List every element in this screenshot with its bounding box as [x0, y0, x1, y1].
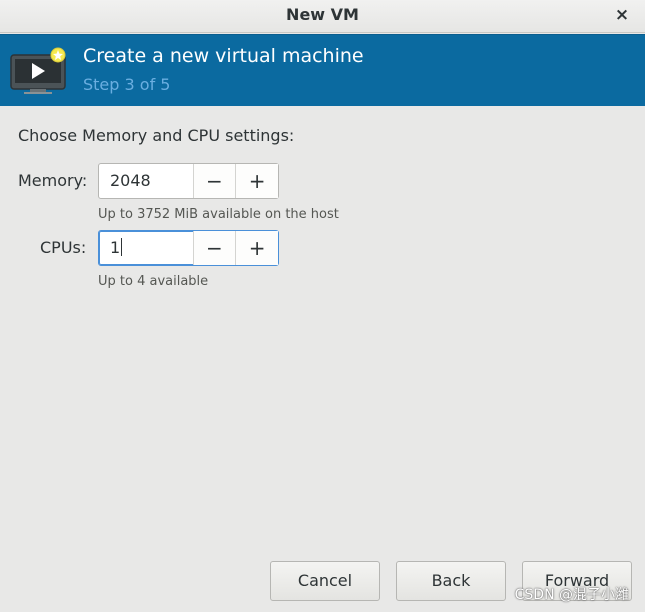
cancel-button[interactable]: Cancel [270, 561, 380, 601]
memory-increment-button[interactable]: + [235, 164, 278, 198]
plus-icon: + [248, 169, 266, 193]
minus-icon: − [205, 169, 223, 193]
memory-input[interactable]: 2048 [99, 164, 193, 198]
window-title: New VM [286, 5, 359, 24]
cpus-decrement-button[interactable]: − [192, 231, 236, 265]
plus-icon: + [248, 236, 266, 260]
section-label: Choose Memory and CPU settings: [18, 126, 295, 145]
cpus-input-value: 1 [110, 238, 121, 257]
wizard-title: Create a new virtual machine [83, 45, 364, 67]
window-titlebar: New VM × [0, 0, 645, 33]
vm-monitor-icon [10, 47, 66, 94]
memory-spinbutton: 2048 − + [98, 163, 279, 199]
wizard-step-indicator: Step 3 of 5 [83, 75, 171, 94]
cpus-hint: Up to 4 available [98, 274, 209, 289]
cpus-label: CPUs: [40, 238, 87, 257]
wizard-header: Create a new virtual machine Step 3 of 5 [0, 34, 645, 106]
cpus-input[interactable]: 1 [99, 231, 193, 265]
minus-icon: − [205, 236, 223, 260]
cpus-spinbutton: 1 − + [98, 230, 279, 266]
memory-hint: Up to 3752 MiB available on the host [98, 207, 339, 222]
memory-label: Memory: [18, 171, 88, 190]
memory-decrement-button[interactable]: − [192, 164, 236, 198]
cpus-increment-button[interactable]: + [235, 231, 278, 265]
back-button[interactable]: Back [396, 561, 506, 601]
watermark: CSDN @混子小潍 [514, 587, 629, 603]
text-caret [121, 238, 123, 256]
close-icon[interactable]: × [611, 4, 633, 26]
